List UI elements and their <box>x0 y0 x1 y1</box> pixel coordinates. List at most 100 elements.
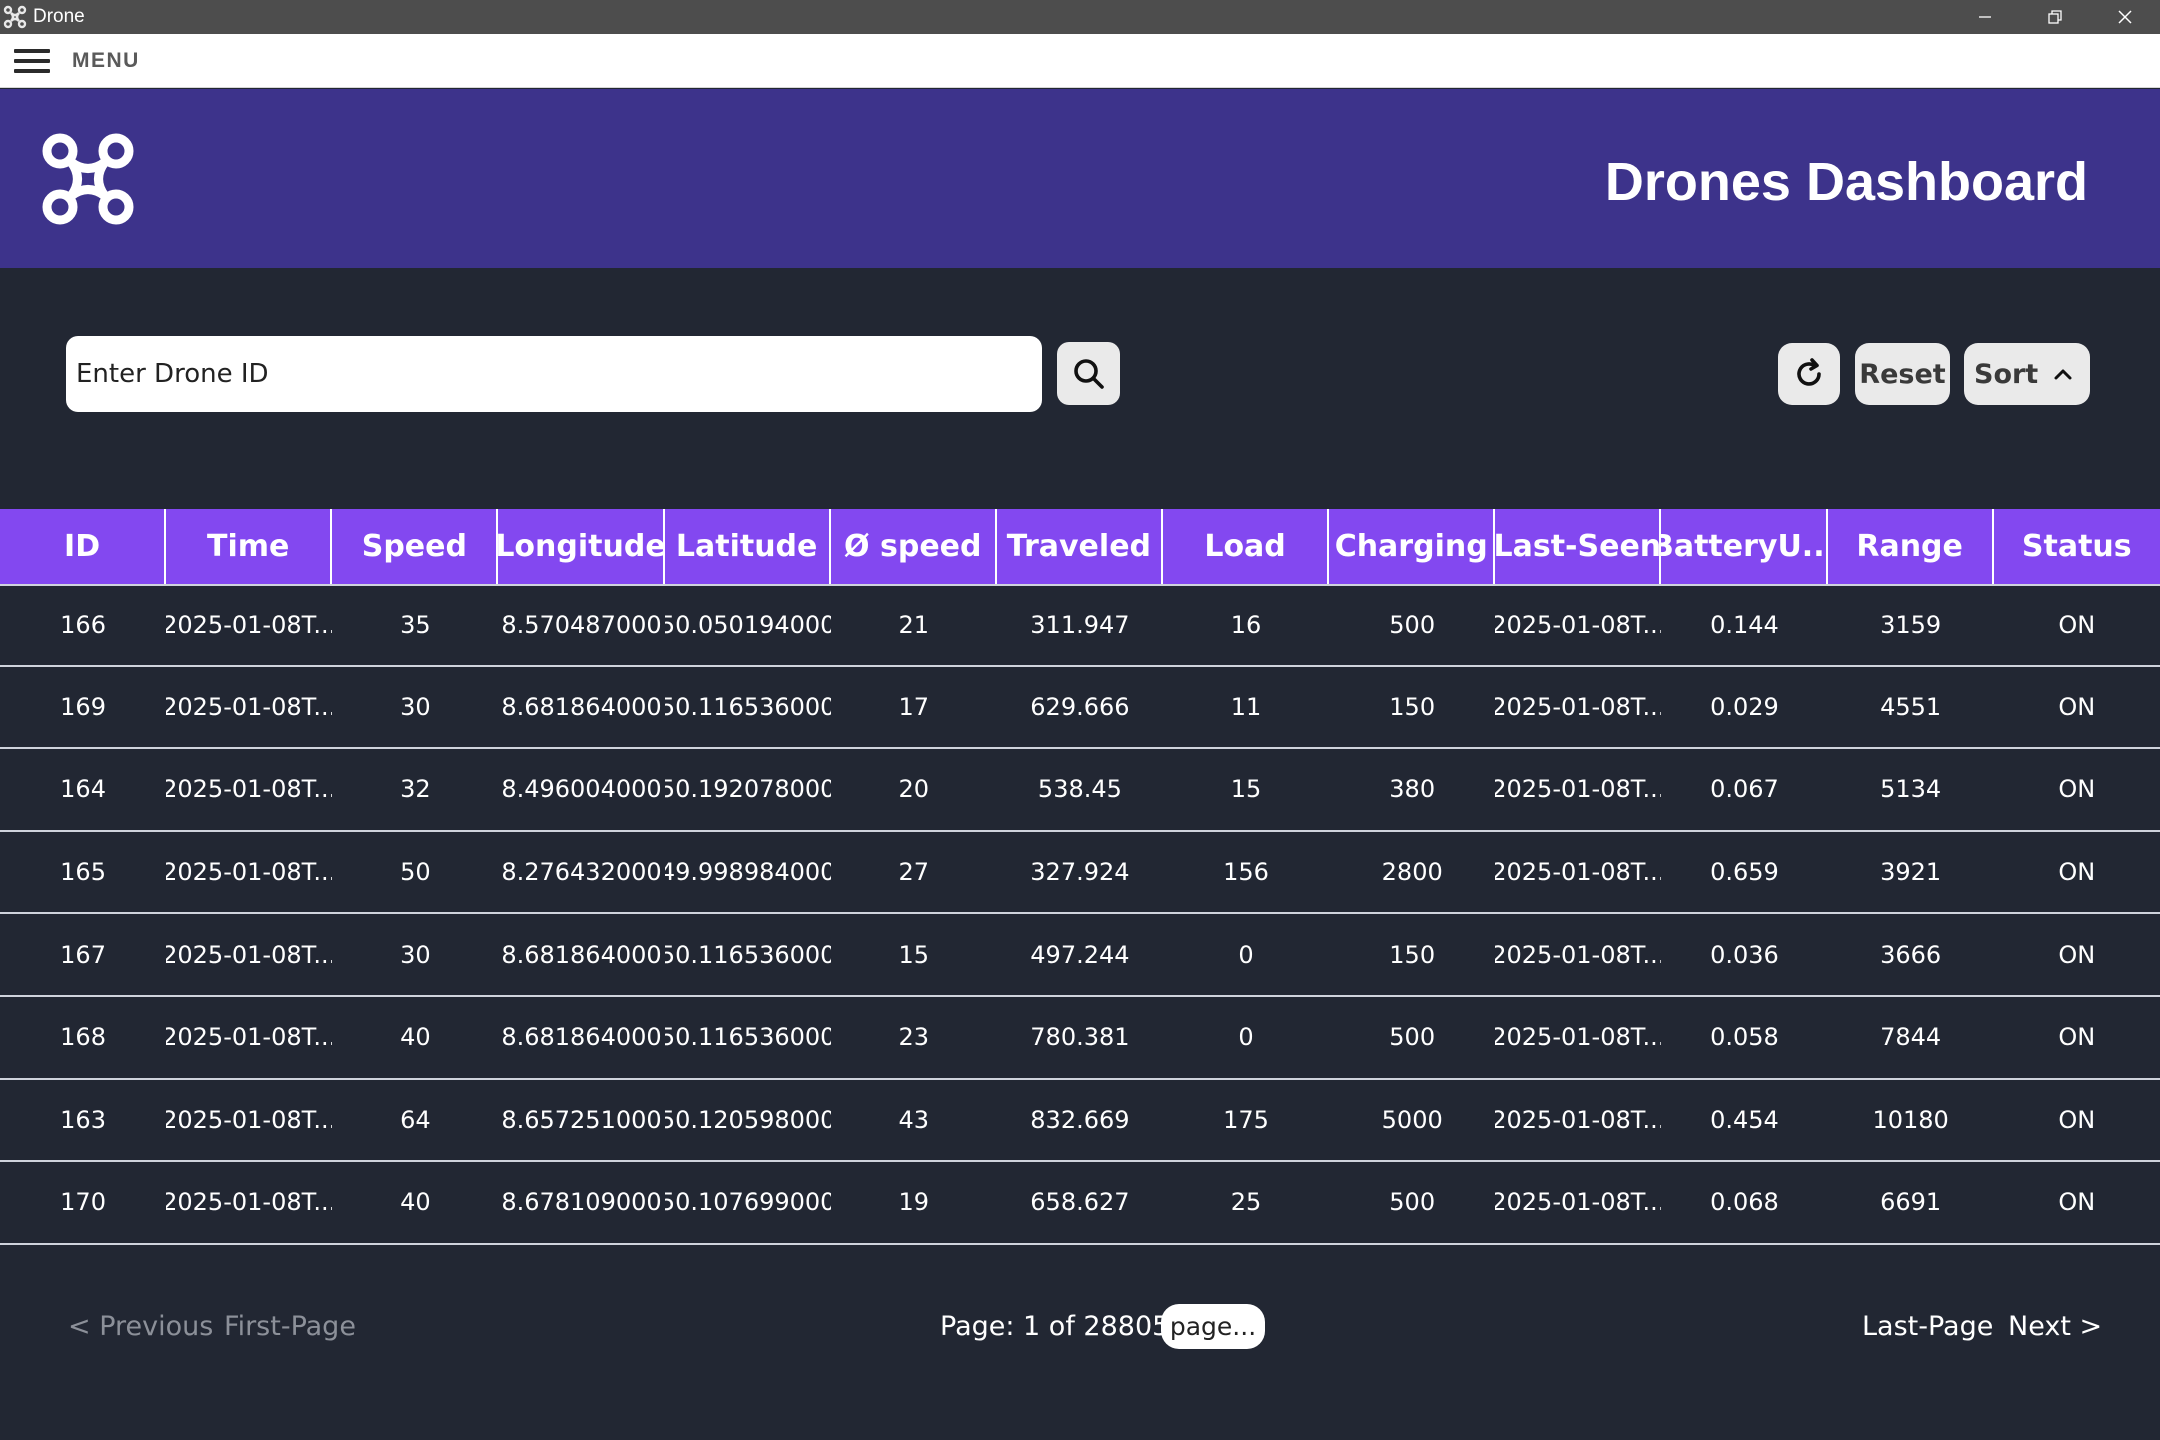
first-page-button[interactable]: First-Page <box>224 1311 356 1342</box>
column-header-charging[interactable]: Charging <box>1329 509 1496 584</box>
search-icon <box>1071 356 1107 392</box>
cell-avg-speed: 21 <box>898 611 930 640</box>
cell-latitude: 50.116536000 <box>664 692 831 721</box>
table-row[interactable]: 165 2025-01-08T... 50 8.276432000 49.9989840… <box>0 832 2160 915</box>
cell-load: 156 <box>1223 858 1269 887</box>
cell-range: 3159 <box>1880 611 1942 640</box>
cell-charging: 150 <box>1389 692 1436 721</box>
cell-longitude: 8.657251000 <box>501 1105 662 1134</box>
cell-longitude: 8.276432000 <box>501 858 662 887</box>
drone-id-search-input[interactable] <box>66 336 1042 412</box>
table-row[interactable]: 167 2025-01-08T... 30 8.681864000 50.1165360… <box>0 914 2160 997</box>
cell-load: 25 <box>1230 1188 1262 1217</box>
column-header-speed[interactable]: Speed <box>332 509 499 584</box>
cell-traveled: 327.924 <box>1030 858 1130 887</box>
cell-latitude: 50.116536000 <box>664 940 831 969</box>
column-header-battery-usage[interactable]: BatteryU... <box>1661 509 1828 584</box>
minimize-button[interactable] <box>1950 0 2020 34</box>
column-header-range[interactable]: Range <box>1828 509 1994 584</box>
menu-label[interactable]: MENU <box>72 49 140 73</box>
column-header-status[interactable]: Status <box>1994 509 2160 584</box>
chevron-up-icon <box>2052 363 2074 385</box>
cell-id: 165 <box>60 858 106 887</box>
page-indicator: Page: 1 of 28805 <box>940 1311 1170 1342</box>
cell-battery-usage: 0.036 <box>1710 940 1779 969</box>
sort-label: Sort <box>1974 358 2039 390</box>
column-header-traveled[interactable]: Traveled <box>997 509 1163 584</box>
column-header-avg-speed[interactable]: Ø speed <box>831 509 997 584</box>
cell-longitude: 8.570487000 <box>501 611 662 640</box>
cell-avg-speed: 17 <box>898 692 930 721</box>
table-row[interactable]: 164 2025-01-08T... 32 8.496004000 50.1920780… <box>0 749 2160 832</box>
cell-time: 2025-01-08T... <box>166 858 333 887</box>
cell-id: 169 <box>60 692 106 721</box>
refresh-button[interactable] <box>1778 343 1840 405</box>
cell-battery-usage: 0.068 <box>1710 1188 1779 1217</box>
column-header-last-seen[interactable]: Last-Seen <box>1495 509 1662 584</box>
cell-speed: 30 <box>400 692 431 721</box>
restore-button[interactable] <box>2020 0 2090 34</box>
cell-battery-usage: 0.029 <box>1710 692 1779 721</box>
cell-traveled: 780.381 <box>1030 1023 1130 1052</box>
cell-range: 4551 <box>1880 692 1942 721</box>
cell-status: ON <box>2058 940 2096 969</box>
cell-load: 15 <box>1230 775 1262 804</box>
column-header-latitude[interactable]: Latitude <box>665 509 831 584</box>
drone-icon <box>2 4 28 30</box>
menu-bar: MENU <box>0 34 2160 88</box>
cell-load: 0 <box>1238 940 1254 969</box>
page-number-input[interactable] <box>1161 1304 1265 1349</box>
cell-range: 6691 <box>1880 1188 1942 1217</box>
window-title: Drone <box>33 6 85 27</box>
cell-longitude: 8.681864000 <box>501 940 662 969</box>
reset-button[interactable]: Reset <box>1855 343 1950 405</box>
refresh-icon <box>1792 357 1826 391</box>
cell-last-seen: 2025-01-08T... <box>1495 940 1662 969</box>
table-row[interactable]: 169 2025-01-08T... 30 8.681864000 50.1165360… <box>0 667 2160 750</box>
cell-load: 0 <box>1238 1023 1254 1052</box>
last-page-button[interactable]: Last-Page <box>1862 1311 1993 1342</box>
cell-charging: 500 <box>1389 1023 1436 1052</box>
cell-avg-speed: 19 <box>898 1188 930 1217</box>
cell-speed: 32 <box>400 775 431 804</box>
window-title-bar: Drone <box>0 0 2160 34</box>
cell-status: ON <box>2058 775 2096 804</box>
cell-latitude: 50.107699000 <box>664 1188 831 1217</box>
cell-id: 167 <box>60 940 106 969</box>
cell-longitude: 8.678109000 <box>501 1188 662 1217</box>
dashboard-header: Drones Dashboard <box>0 89 2160 268</box>
cell-last-seen: 2025-01-08T... <box>1495 1023 1662 1052</box>
cell-range: 3666 <box>1880 940 1942 969</box>
cell-speed: 40 <box>400 1023 431 1052</box>
close-window-button[interactable] <box>2090 0 2160 34</box>
table-row[interactable]: 170 2025-01-08T... 40 8.678109000 50.1076990… <box>0 1162 2160 1245</box>
cell-time: 2025-01-08T... <box>166 1188 333 1217</box>
cell-battery-usage: 0.067 <box>1710 775 1779 804</box>
column-header-id[interactable]: ID <box>0 509 167 584</box>
search-button[interactable] <box>1057 342 1120 405</box>
sort-button[interactable]: Sort <box>1964 343 2090 405</box>
cell-load: 16 <box>1230 611 1262 640</box>
cell-charging: 500 <box>1389 611 1436 640</box>
cell-status: ON <box>2058 1105 2096 1134</box>
column-header-load[interactable]: Load <box>1163 509 1330 584</box>
cell-status: ON <box>2058 1023 2096 1052</box>
table-row[interactable]: 163 2025-01-08T... 64 8.657251000 50.1205980… <box>0 1080 2160 1163</box>
cell-id: 170 <box>60 1188 106 1217</box>
hamburger-icon[interactable] <box>14 48 50 73</box>
table-row[interactable]: 168 2025-01-08T... 40 8.681864000 50.1165360… <box>0 997 2160 1080</box>
cell-time: 2025-01-08T... <box>166 611 333 640</box>
cell-id: 163 <box>60 1105 106 1134</box>
cell-latitude: 49.998984000 <box>664 858 831 887</box>
cell-time: 2025-01-08T... <box>166 692 333 721</box>
next-page-button[interactable]: Next > <box>2008 1311 2102 1342</box>
cell-speed: 30 <box>400 940 431 969</box>
column-header-longitude[interactable]: Longitude <box>498 509 665 584</box>
cell-last-seen: 2025-01-08T... <box>1495 611 1662 640</box>
cell-battery-usage: 0.659 <box>1710 858 1779 887</box>
previous-page-button[interactable]: < Previous <box>68 1311 213 1342</box>
cell-time: 2025-01-08T... <box>166 1105 333 1134</box>
cell-latitude: 50.050194000 <box>664 611 831 640</box>
column-header-time[interactable]: Time <box>166 509 333 584</box>
table-row[interactable]: 166 2025-01-08T... 35 8.570487000 50.0501940… <box>0 584 2160 667</box>
